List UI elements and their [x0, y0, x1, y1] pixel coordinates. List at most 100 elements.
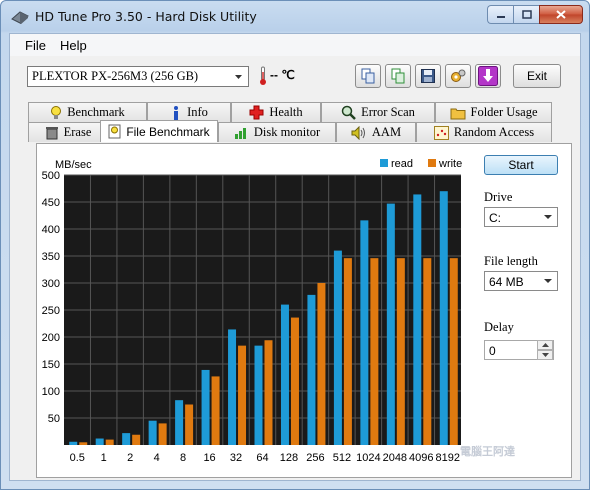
speaker-icon	[351, 125, 365, 140]
magnifier-icon	[341, 105, 356, 120]
copy-info-icon	[391, 68, 405, 84]
folder-icon	[450, 108, 465, 119]
x-tick-label: 512	[333, 452, 351, 464]
legend: read write	[380, 158, 462, 170]
chevron-down-icon	[541, 353, 549, 357]
legend-write-label: write	[438, 158, 462, 170]
y-tick-label: 50	[48, 413, 60, 425]
save-icon	[421, 69, 435, 83]
save-button[interactable]	[415, 64, 441, 88]
tab-random-access[interactable]: Random Access	[416, 122, 552, 142]
bar-write-16	[211, 376, 220, 445]
legend-write-swatch	[428, 159, 436, 167]
health-cross-icon	[249, 105, 264, 120]
drive-combo-value: C:	[489, 211, 501, 225]
minimize-button[interactable]	[487, 5, 513, 24]
file-length-combo[interactable]: 64 MB	[484, 271, 558, 291]
tab-random-access-label: Random Access	[453, 125, 535, 139]
bar-read-2	[122, 433, 131, 445]
scatter-chart-icon	[433, 125, 449, 140]
bar-write-8	[185, 404, 194, 445]
drive-selector[interactable]: PLEXTOR PX-256M3 (256 GB)	[27, 66, 249, 87]
info-icon	[174, 105, 179, 120]
tab-folder-usage[interactable]: Folder Usage	[435, 102, 552, 122]
menu-bar: File Help	[10, 34, 580, 56]
temperature-readout: -- ℃	[258, 65, 318, 87]
lightbulb-icon	[51, 105, 62, 119]
file-benchmark-panel: MB/sec read write 50 100 150 200 250 300 350 40…	[36, 143, 572, 478]
minimize-icon	[496, 15, 505, 18]
menu-file[interactable]: File	[25, 38, 46, 53]
chevron-down-icon	[235, 75, 242, 79]
y-tick-label: 200	[42, 332, 60, 344]
bar-write-512	[343, 258, 352, 445]
tab-aam[interactable]: AAM	[336, 122, 416, 142]
file-lightbulb-icon	[108, 124, 121, 139]
drive-combo[interactable]: C:	[484, 207, 558, 227]
y-tick-label: 500	[42, 170, 60, 182]
x-tick-label: 1024	[356, 452, 380, 464]
tab-erase-label: Erase	[63, 125, 92, 139]
y-axis-ticks: 50 100 150 200 250 300 350 400 450 500	[42, 170, 60, 425]
temperature-value: -- ℃	[270, 68, 295, 82]
file-length-combo-value: 64 MB	[489, 275, 524, 289]
bar-read-1	[95, 438, 104, 445]
maximize-button[interactable]	[513, 5, 539, 24]
delay-down-button[interactable]	[537, 350, 553, 360]
delay-label: Delay	[484, 320, 514, 334]
bar-read-16	[201, 369, 210, 445]
bar-read-32	[228, 329, 237, 445]
tab-info-label: Info	[187, 105, 208, 119]
chevron-down-icon	[544, 215, 552, 219]
copy-all-button[interactable]	[385, 64, 411, 88]
tab-error-scan[interactable]: Error Scan	[321, 102, 435, 122]
exit-button[interactable]: Exit	[513, 64, 561, 88]
x-tick-label: 4096	[409, 452, 433, 464]
bar-write-4	[158, 423, 167, 445]
bar-write-2	[132, 434, 141, 445]
drive-selector-value: PLEXTOR PX-256M3 (256 GB)	[32, 69, 199, 83]
tab-health-label: Health	[269, 105, 303, 119]
tab-erase[interactable]: Erase	[28, 122, 108, 142]
x-tick-label: 8192	[436, 452, 460, 464]
title-bar[interactable]: HD Tune Pro 3.50 - Hard Disk Utility	[1, 1, 589, 33]
x-tick-label: 64	[256, 452, 268, 464]
close-icon	[556, 10, 566, 19]
tab-benchmark[interactable]: Benchmark	[28, 102, 147, 122]
y-tick-label: 350	[42, 251, 60, 263]
x-axis-ticks: 0.5 1 2 4 8 16 32 64 128 256 512 1024 2048 4096 8192	[70, 452, 460, 464]
bar-write-128	[290, 317, 299, 445]
x-tick-label: 32	[230, 452, 242, 464]
bar-read-256	[307, 294, 316, 445]
x-tick-label: 1	[101, 452, 107, 464]
download-button[interactable]	[475, 64, 501, 88]
chevron-up-icon	[541, 343, 549, 347]
tab-info[interactable]: Info	[147, 102, 231, 122]
close-button[interactable]	[539, 5, 583, 24]
options-button[interactable]	[445, 64, 471, 88]
delay-input-value: 0	[489, 344, 496, 358]
bar-write-8192	[449, 258, 458, 445]
tab-file-benchmark[interactable]: File Benchmark	[100, 120, 218, 142]
window-title: HD Tune Pro 3.50 - Hard Disk Utility	[35, 9, 257, 24]
bar-read-8	[175, 400, 184, 445]
client-area: File Help PLEXTOR PX-256M3 (256 GB) -- ℃	[9, 33, 581, 481]
delay-spinner	[537, 340, 553, 360]
tab-health[interactable]: Health	[231, 102, 321, 122]
menu-help[interactable]: Help	[60, 38, 87, 53]
toolbar: PLEXTOR PX-256M3 (256 GB) -- ℃ Exit	[10, 58, 580, 98]
start-button[interactable]: Start	[484, 155, 558, 175]
bar-read-128	[280, 304, 289, 445]
x-tick-label: 4	[154, 452, 160, 464]
delay-up-button[interactable]	[537, 340, 553, 350]
bar-write-0.5	[79, 442, 88, 445]
bar-read-0.5	[69, 441, 78, 445]
options-icon	[451, 69, 466, 82]
copy-info-button[interactable]	[355, 64, 381, 88]
tab-disk-monitor[interactable]: Disk monitor	[218, 122, 336, 142]
maximize-icon	[521, 10, 532, 19]
legend-read-label: read	[391, 158, 413, 170]
y-tick-label: 100	[42, 386, 60, 398]
trash-icon	[45, 127, 58, 140]
y-tick-label: 300	[42, 278, 60, 290]
